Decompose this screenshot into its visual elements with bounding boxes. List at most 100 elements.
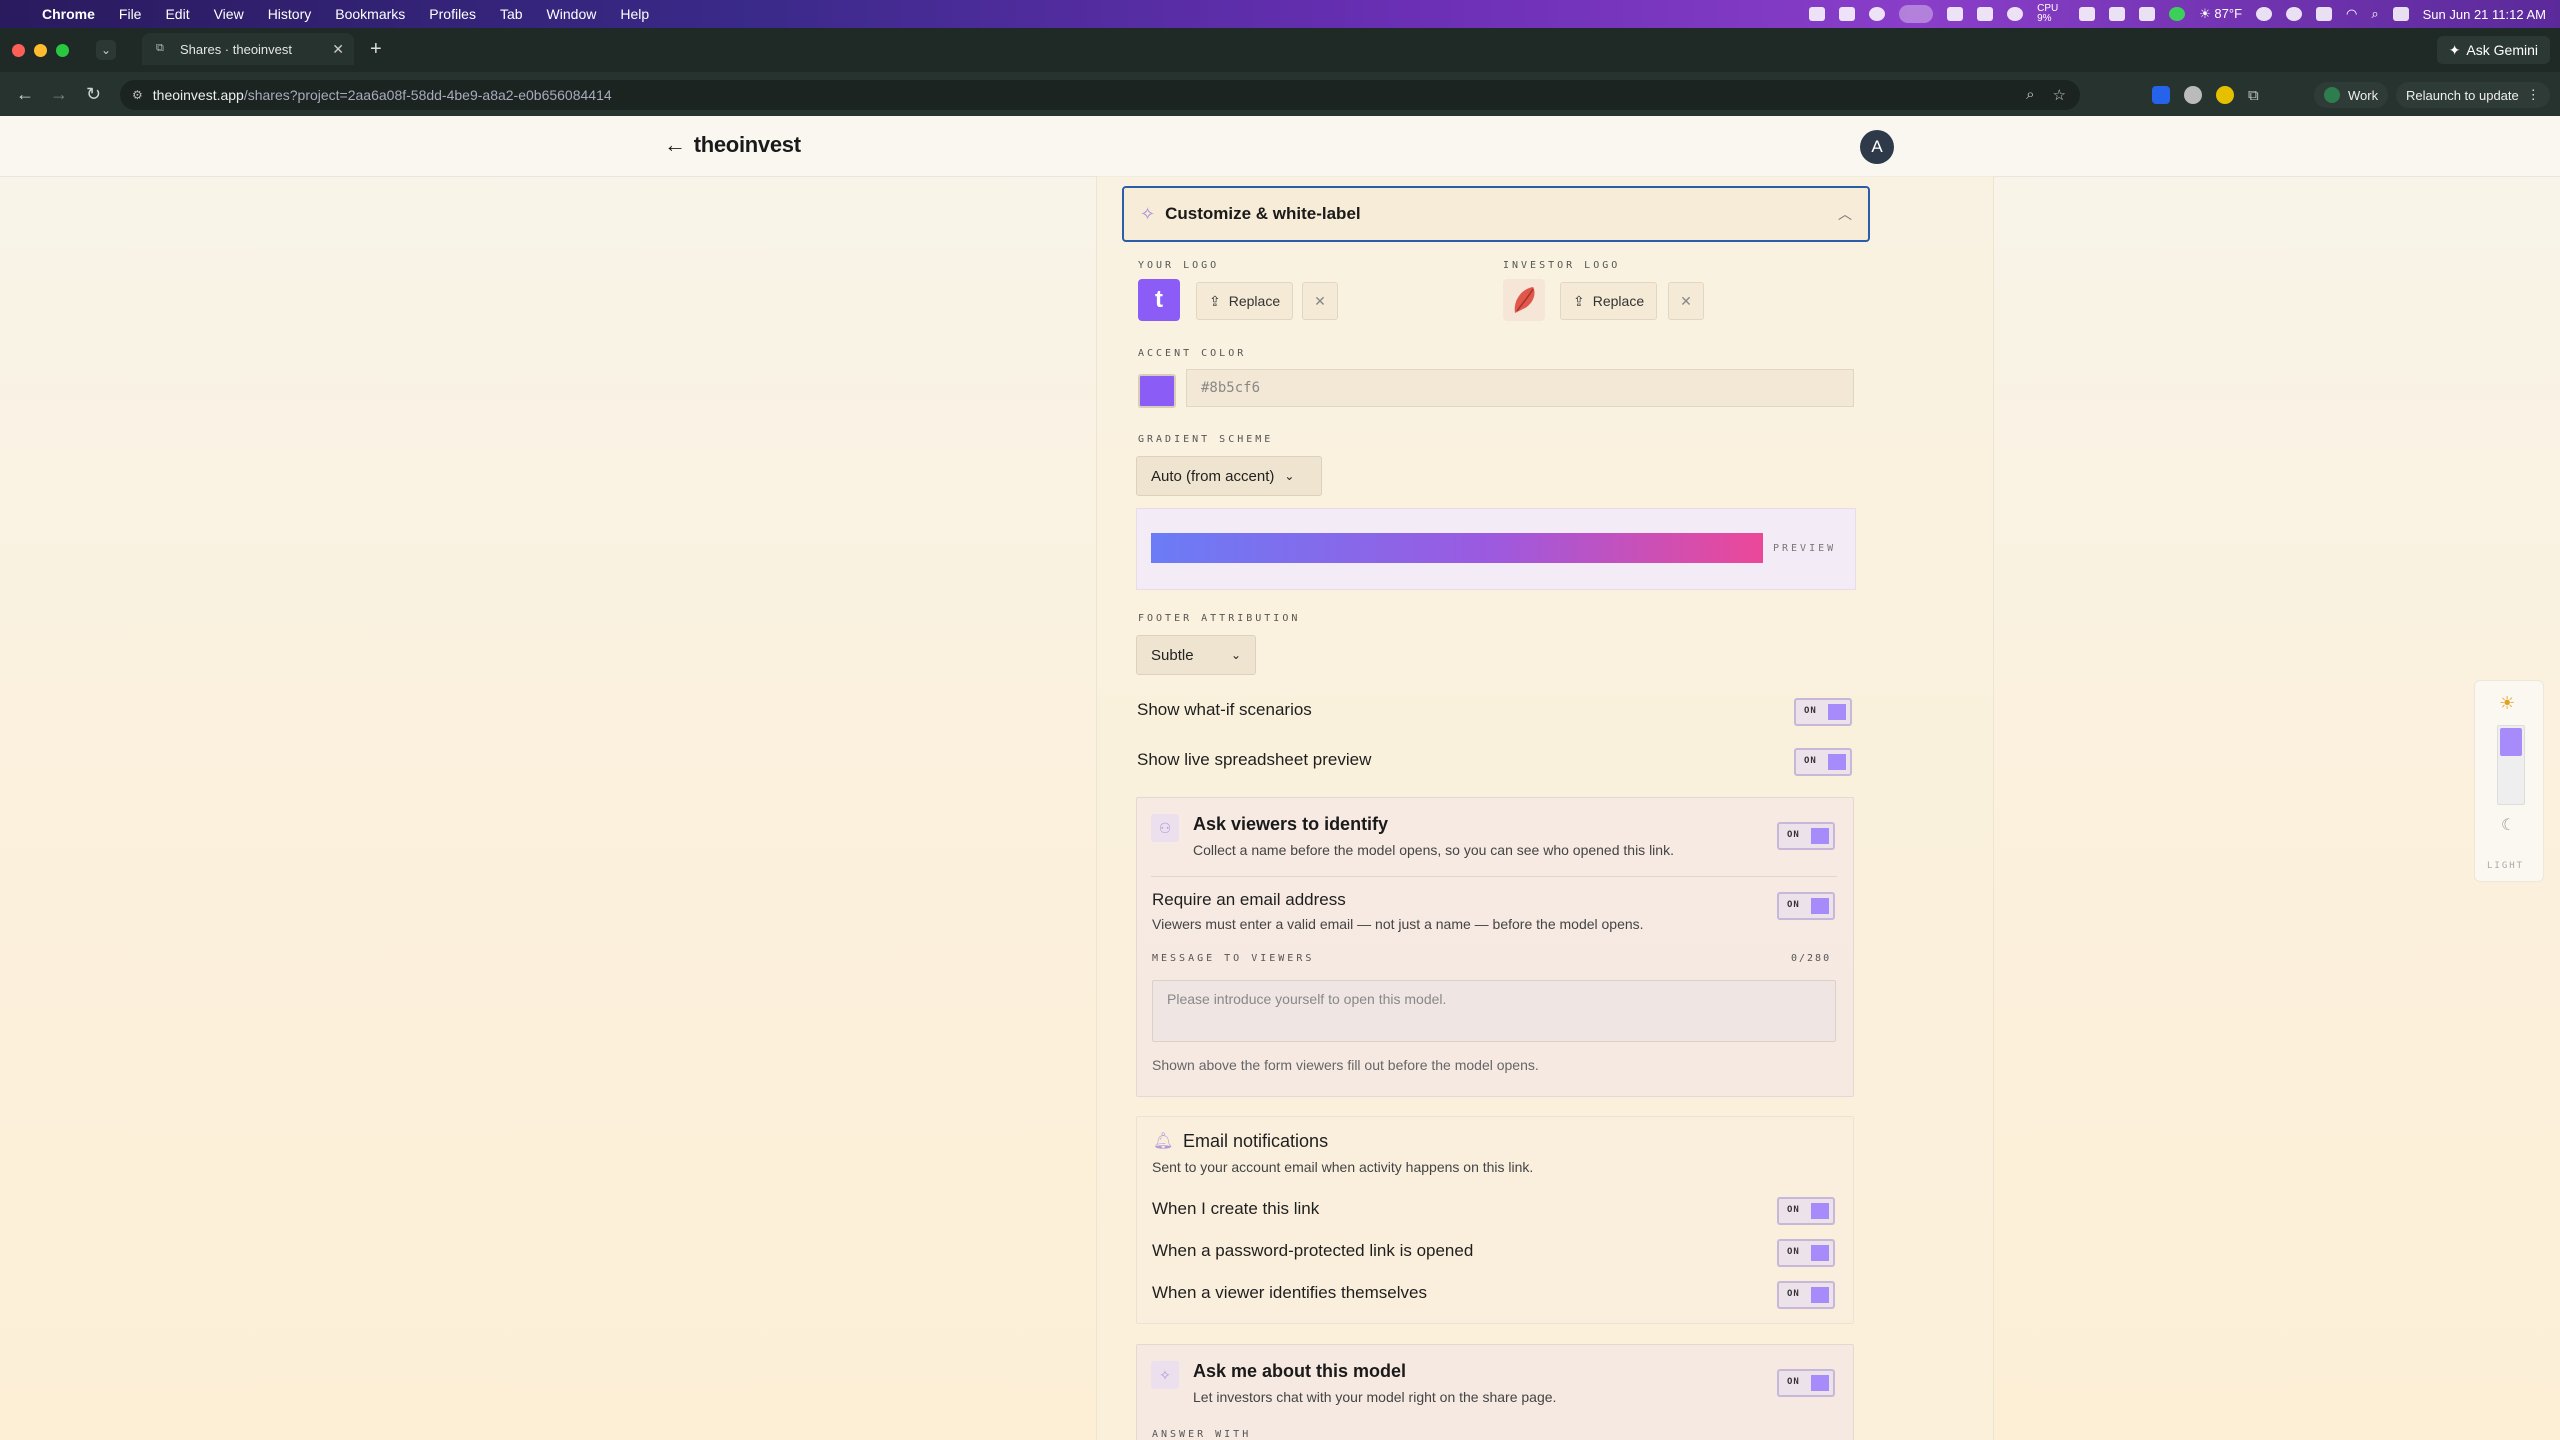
relaunch-button[interactable]: Relaunch to update ⋮ [2396, 82, 2550, 108]
kebab-menu-icon[interactable]: ⋮ [2527, 87, 2540, 103]
chevron-up-icon[interactable]: ︿ [1838, 204, 1852, 224]
url-host: theoinvest.app [152, 87, 244, 103]
profile-chip[interactable]: Work [2314, 82, 2389, 108]
theme-slider-track[interactable] [2497, 725, 2525, 805]
status-green-icon[interactable] [2169, 7, 2186, 21]
your-logo-replace-button[interactable]: ⇪ Replace [1196, 282, 1294, 320]
notify-identify-toggle[interactable]: ON [1777, 1281, 1835, 1309]
menu-history[interactable]: History [268, 6, 312, 22]
show-whatif-label: Show what-if scenarios [1137, 700, 1312, 719]
your-logo-image: t [1138, 279, 1180, 321]
footer-attribution-label: FOOTER ATTRIBUTION [1138, 613, 1301, 624]
sync-icon[interactable] [2109, 7, 2126, 21]
window-close-button[interactable] [12, 44, 25, 57]
replace-label: Replace [1228, 293, 1281, 309]
app-header: ← theoinvest A [0, 116, 2560, 177]
dropbox-icon[interactable] [1947, 7, 1964, 21]
accent-color-input[interactable]: #8b5cf6 [1186, 369, 1854, 407]
menu-profiles[interactable]: Profiles [429, 6, 476, 22]
message-hint: Shown above the form viewers fill out be… [1152, 1057, 1539, 1073]
toggle-on-text: ON [1804, 706, 1817, 716]
control-center-icon[interactable] [2392, 7, 2409, 21]
os-menubar: Chrome File Edit View History Bookmarks … [0, 0, 2560, 28]
new-tab-button[interactable]: + [370, 38, 382, 61]
menu-view[interactable]: View [214, 6, 244, 22]
site-info-icon[interactable]: ⚙ [132, 88, 143, 102]
your-logo-remove-button[interactable]: ✕ [1302, 282, 1338, 320]
chevron-down-icon: ⌄ [1284, 469, 1295, 483]
weather-temp: 87°F [2214, 6, 2243, 21]
menu-app-name[interactable]: Chrome [42, 6, 95, 22]
zoom-icon[interactable]: ⌕ [2026, 86, 2034, 104]
menu-edit[interactable]: Edit [165, 6, 189, 22]
profile-avatar-icon [2324, 87, 2340, 103]
theme-slider-thumb[interactable] [2500, 728, 2522, 756]
moon-icon[interactable]: ☾ [2501, 815, 2515, 835]
notify-create-toggle[interactable]: ON [1777, 1197, 1835, 1225]
show-spreadsheet-label: Show live spreadsheet preview [1137, 750, 1372, 769]
toggle-knob [1811, 1203, 1829, 1219]
notify-password-toggle[interactable]: ON [1777, 1239, 1835, 1267]
weather-indicator[interactable]: ☀ 87°F [2199, 6, 2242, 22]
menu-tab[interactable]: Tab [500, 6, 523, 22]
gradient-scheme-label: GRADIENT SCHEME [1138, 434, 1274, 445]
battery-icon[interactable] [2316, 7, 2333, 21]
tab-search-button[interactable]: ⌄ [96, 40, 116, 60]
ask-model-title: Ask me about this model [1193, 1361, 1407, 1381]
browser-tab-active[interactable]: ⧉ Shares · theoinvest ✕ [142, 33, 354, 65]
extensions-puzzle-icon[interactable]: ⧉ [2248, 87, 2259, 104]
stats-icon[interactable] [1809, 7, 1826, 21]
investor-logo-replace-button[interactable]: ⇪ Replace [1560, 282, 1658, 320]
show-whatif-toggle[interactable]: ON [1794, 698, 1852, 726]
extension-d-icon[interactable] [2152, 86, 2170, 104]
airdrop-icon[interactable] [2286, 7, 2303, 21]
forward-icon[interactable]: → [50, 84, 68, 105]
show-spreadsheet-toggle[interactable]: ON [1794, 748, 1852, 776]
section-header-customize[interactable]: ✧ Customize & white-label ︿ [1122, 186, 1870, 242]
avatar[interactable]: A [1860, 130, 1894, 164]
identify-toggle[interactable]: ON [1777, 822, 1835, 850]
tab-close-icon[interactable]: ✕ [332, 41, 344, 58]
toggle-knob [1828, 754, 1846, 770]
sun-icon[interactable]: ☀ [2499, 693, 2515, 714]
sparkle-icon: ✧ [1151, 1361, 1179, 1389]
wifi-icon[interactable]: ◠ [2346, 6, 2357, 22]
investor-logo-remove-button[interactable]: ✕ [1668, 282, 1704, 320]
toggle-on-text: ON [1804, 756, 1817, 766]
profile-label: Work [2348, 87, 2379, 103]
require-email-toggle[interactable]: ON [1777, 892, 1835, 920]
cpu-indicator[interactable]: CPU 9% [2037, 4, 2065, 24]
cloud-icon[interactable] [2079, 7, 2096, 21]
window-zoom-button[interactable] [56, 44, 69, 57]
address-bar[interactable]: ⚙ theoinvest.app/shares?project=2aa6a08f… [120, 80, 2080, 110]
menu-extra-icon[interactable] [1839, 7, 1856, 21]
bookmark-star-icon[interactable]: ☆ [2053, 86, 2066, 104]
screen-mirror-icon[interactable] [1899, 5, 1934, 23]
extension-eye-icon[interactable] [2184, 86, 2202, 104]
ask-gemini-button[interactable]: ✦ Ask Gemini [2436, 36, 2550, 64]
identify-desc: Collect a name before the model opens, s… [1193, 842, 1674, 858]
ask-model-toggle[interactable]: ON [1777, 1369, 1835, 1397]
user-icon[interactable] [2256, 7, 2273, 21]
menu-bookmarks[interactable]: Bookmarks [335, 6, 405, 22]
music-icon[interactable] [1869, 7, 1886, 21]
reload-icon[interactable]: ↻ [86, 84, 101, 105]
accent-color-swatch[interactable] [1138, 374, 1176, 408]
message-to-viewers-textarea[interactable]: Please introduce yourself to open this m… [1152, 980, 1836, 1042]
gradient-scheme-select[interactable]: Auto (from accent) ⌄ [1136, 456, 1322, 496]
toggle-on-text: ON [1787, 830, 1800, 840]
messenger-icon[interactable] [2007, 7, 2024, 21]
menu-help[interactable]: Help [620, 6, 649, 22]
footer-attribution-select[interactable]: Subtle ⌄ [1136, 635, 1256, 675]
extension-yellow-icon[interactable] [2216, 86, 2234, 104]
spotlight-icon[interactable]: ⌕ [2371, 6, 2378, 22]
brand-back-link[interactable]: ← theoinvest [664, 132, 801, 158]
folder-icon[interactable] [1977, 7, 1994, 21]
menu-file[interactable]: File [119, 6, 142, 22]
window-minimize-button[interactable] [34, 44, 47, 57]
toggle-on-text: ON [1787, 1289, 1800, 1299]
menu-window[interactable]: Window [547, 6, 597, 22]
clock[interactable]: Sun Jun 21 11:12 AM [2423, 7, 2546, 22]
display-icon[interactable] [2139, 7, 2156, 21]
back-icon[interactable]: ← [16, 84, 34, 105]
